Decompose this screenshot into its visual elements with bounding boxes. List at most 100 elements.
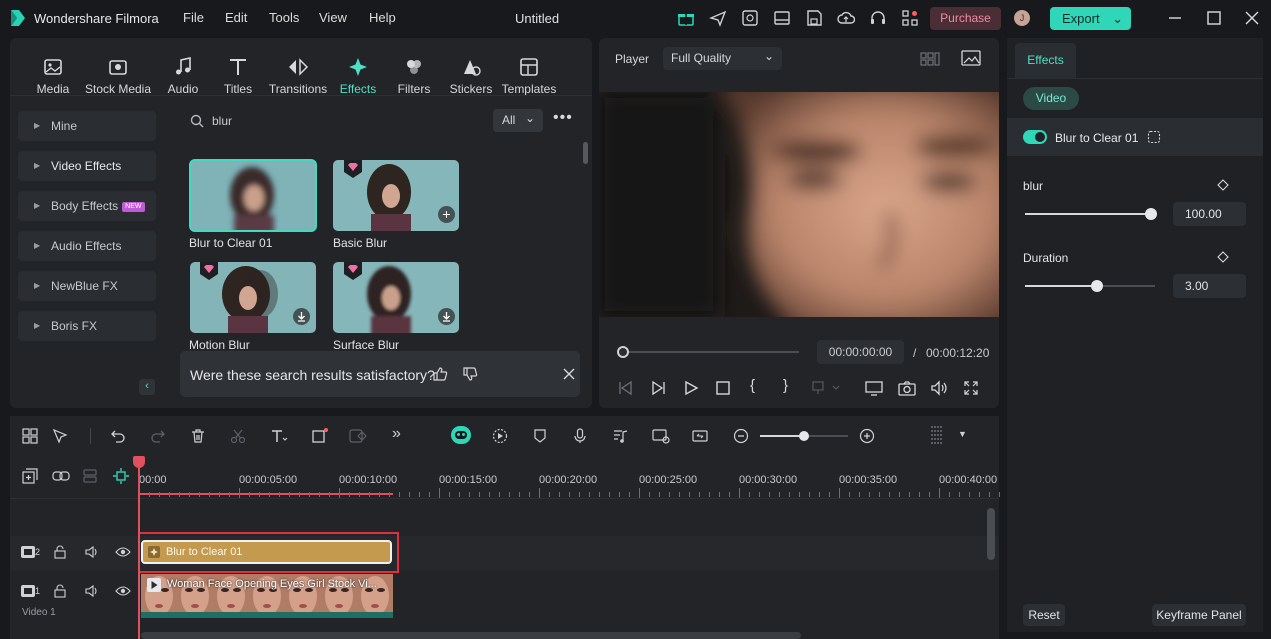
playhead[interactable]	[138, 456, 140, 639]
search-input[interactable]: blur	[212, 114, 232, 128]
send-icon[interactable]	[709, 9, 727, 27]
select-pointer-icon[interactable]	[52, 428, 68, 444]
playback-scrubber[interactable]	[623, 351, 799, 353]
track-height-icon[interactable]	[930, 425, 944, 447]
chevron-down-icon[interactable]: ⌄	[1112, 7, 1123, 30]
export-button[interactable]: Export ⌄	[1050, 7, 1131, 30]
scrubber-handle[interactable]	[617, 346, 629, 358]
purchase-button[interactable]: Purchase	[930, 7, 1001, 30]
video-clip[interactable]: Woman Face Opening Eyes Girl Stock Vi...	[141, 574, 393, 618]
undo-icon[interactable]	[110, 428, 126, 444]
fullscreen-icon[interactable]	[963, 380, 979, 396]
close-icon[interactable]	[1243, 9, 1261, 27]
current-time[interactable]: 00:00:00:00	[817, 340, 904, 364]
render-preview-icon[interactable]	[492, 428, 508, 444]
download-icon[interactable]	[293, 308, 310, 325]
close-icon[interactable]	[563, 368, 575, 380]
download-icon[interactable]	[438, 308, 455, 325]
tab-titles[interactable]: Titles	[208, 56, 268, 96]
effect-clip[interactable]: Blur to Clear 01	[141, 540, 392, 564]
blur-slider[interactable]	[1025, 213, 1151, 215]
volume-icon[interactable]	[930, 380, 948, 396]
tab-effects[interactable]: Effects	[328, 56, 388, 96]
effect-thumbnail-blur-to-clear[interactable]	[189, 159, 317, 232]
timeline-ruler[interactable]: 00:00 00:00:05:00 00:00:10:00 00:00:15:00 00…	[139, 468, 1000, 498]
tab-stickers[interactable]: Stickers	[441, 56, 501, 96]
menu-view[interactable]: View	[319, 10, 347, 25]
crop-icon[interactable]	[311, 427, 329, 445]
feedback-icon[interactable]	[741, 9, 759, 27]
sidebar-item-video-effects[interactable]: ▶ Video Effects	[18, 151, 156, 181]
headset-icon[interactable]	[869, 9, 887, 27]
effect-toggle[interactable]	[1023, 130, 1047, 144]
zoom-in-icon[interactable]	[859, 428, 875, 444]
gift-icon[interactable]	[677, 9, 695, 27]
avatar[interactable]: J	[1014, 10, 1030, 26]
quality-dropdown[interactable]: Full Quality ⌄	[663, 47, 782, 70]
results-scrollbar[interactable]	[583, 142, 588, 164]
link-icon[interactable]	[52, 468, 70, 484]
reset-button[interactable]: Reset	[1023, 604, 1065, 626]
split-screen-icon[interactable]	[692, 428, 708, 444]
menu-edit[interactable]: Edit	[225, 10, 247, 25]
speaker-icon[interactable]	[84, 545, 100, 559]
video-preview[interactable]	[599, 92, 999, 317]
thumbs-up-icon[interactable]	[432, 366, 448, 382]
marker-shield-icon[interactable]	[532, 428, 548, 444]
keyframe-diamond-icon[interactable]	[1217, 179, 1229, 191]
sidebar-item-newblue-fx[interactable]: ▶ NewBlue FX	[18, 271, 156, 301]
play-icon[interactable]	[683, 380, 699, 396]
thumbs-down-icon[interactable]	[462, 366, 478, 382]
screen-record-icon[interactable]	[652, 428, 670, 444]
sidebar-item-mine[interactable]: ▶ Mine	[18, 111, 156, 141]
eye-icon[interactable]	[115, 584, 131, 598]
ai-robot-icon[interactable]	[451, 426, 471, 444]
audio-mix-icon[interactable]	[612, 428, 628, 444]
snapshot-image-icon[interactable]	[961, 50, 981, 66]
lock-icon[interactable]	[53, 545, 67, 559]
display-icon[interactable]	[865, 380, 883, 396]
delete-icon[interactable]	[190, 428, 206, 444]
stop-icon[interactable]	[715, 380, 731, 396]
maximize-icon[interactable]	[1205, 9, 1223, 27]
zoom-slider-handle[interactable]	[799, 431, 809, 441]
layout-grid-icon[interactable]	[22, 428, 38, 444]
next-frame-icon[interactable]	[651, 380, 667, 396]
apps-grid-icon[interactable]	[901, 9, 919, 27]
sidebar-item-body-effects[interactable]: ▶ Body Effects NEW	[18, 191, 156, 221]
minimize-icon[interactable]	[1166, 9, 1184, 27]
collapse-sidebar-button[interactable]: ‹	[139, 379, 155, 395]
mark-in-icon[interactable]: {	[750, 377, 755, 394]
more-tools-icon[interactable]: »	[392, 425, 401, 443]
keyframe-panel-button[interactable]: Keyframe Panel	[1152, 604, 1246, 626]
mark-out-icon[interactable]: }	[783, 377, 788, 394]
sidebar-item-audio-effects[interactable]: ▶ Audio Effects	[18, 231, 156, 261]
effect-settings-icon[interactable]	[1147, 130, 1161, 144]
cut-scissors-icon[interactable]	[230, 428, 246, 444]
microphone-icon[interactable]	[572, 428, 588, 444]
duration-slider-handle[interactable]	[1090, 280, 1103, 292]
insert-clip-icon[interactable]	[811, 380, 841, 396]
duration-value-input[interactable]: 3.00	[1173, 274, 1246, 298]
horizontal-scrollbar[interactable]	[141, 632, 801, 639]
camera-icon[interactable]	[898, 380, 916, 396]
menu-tools[interactable]: Tools	[269, 10, 299, 25]
track-stack-icon[interactable]	[82, 468, 98, 484]
subtab-video[interactable]: Video	[1023, 87, 1079, 110]
keyframe-diamond-icon[interactable]	[1217, 251, 1229, 263]
blur-slider-handle[interactable]	[1145, 208, 1157, 220]
tab-templates[interactable]: Templates	[499, 56, 559, 96]
filter-dropdown[interactable]: All ⌄	[493, 109, 543, 132]
blur-value-input[interactable]: 100.00	[1173, 202, 1246, 226]
redo-icon[interactable]	[150, 428, 166, 444]
add-track-icon[interactable]	[22, 468, 38, 484]
snap-magnet-icon[interactable]	[112, 467, 130, 485]
eye-icon[interactable]	[115, 545, 131, 559]
menu-file[interactable]: File	[183, 10, 204, 25]
playhead-handle[interactable]	[133, 456, 145, 468]
tab-media[interactable]: Media	[23, 56, 83, 96]
grid-view-icon[interactable]	[920, 51, 940, 67]
tab-stock-media[interactable]: Stock Media	[82, 56, 154, 96]
zoom-out-icon[interactable]	[733, 428, 749, 444]
menu-help[interactable]: Help	[369, 10, 396, 25]
